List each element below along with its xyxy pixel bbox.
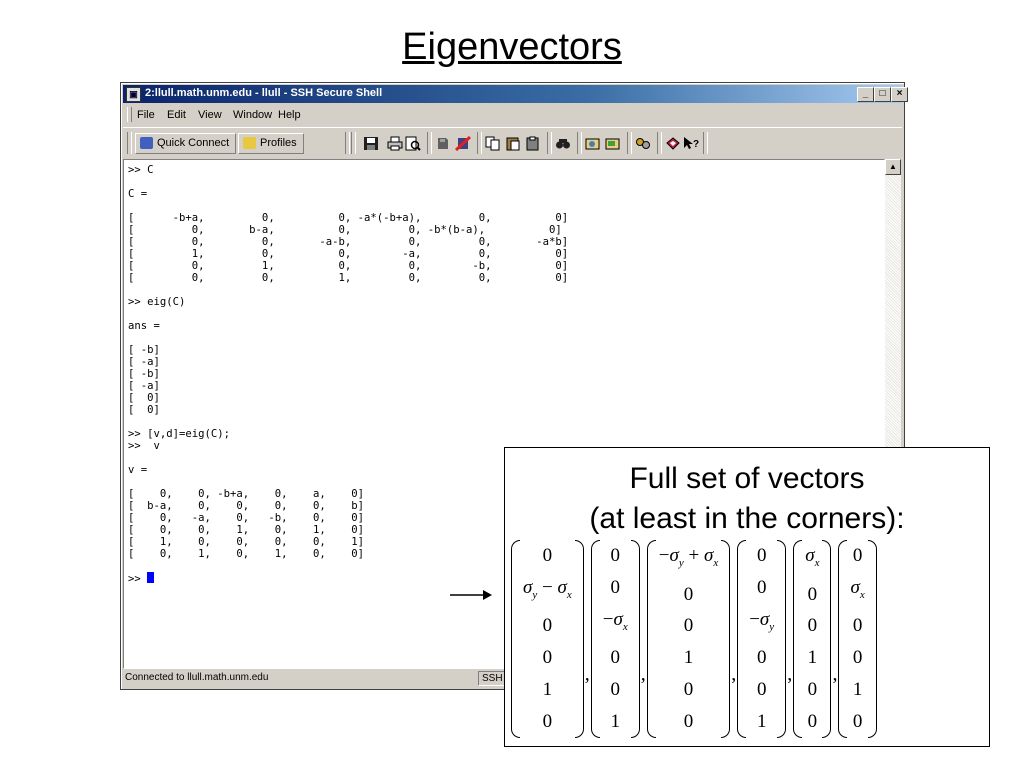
terminal-prompt: >>: [128, 573, 148, 585]
close-button[interactable]: ×: [891, 87, 908, 102]
callout-title-line-1: Full set of vectors: [629, 462, 865, 495]
transfer-icon[interactable]: [435, 136, 451, 151]
vector-2: 0 0 −σx 0 0 1: [590, 540, 640, 738]
minimize-button[interactable]: _: [857, 87, 874, 102]
toolbar-separator: [351, 132, 356, 154]
save-icon[interactable]: [363, 136, 379, 151]
vector-1: 0 σy − σx 0 0 1 0: [511, 540, 584, 738]
toolbar-grip: [127, 132, 132, 154]
vector-3: −σy + σx 0 0 1 0 0: [646, 540, 731, 738]
menu-file[interactable]: File: [137, 109, 155, 121]
whats-this-icon[interactable]: ?: [683, 136, 699, 151]
toolbar: Quick Connect Profiles ?: [123, 127, 902, 158]
vector-6: 0 σx 0 0 1 0: [838, 540, 877, 738]
terminal-text: >> C C = [ -b+a, 0, 0, -a*(-b+a), 0, 0] …: [128, 164, 569, 560]
title-bar[interactable]: ▣ 2:llull.math.unm.edu - llull - SSH Sec…: [123, 85, 908, 103]
terminal-icon[interactable]: ▣: [126, 87, 141, 102]
toolbar-separator: [657, 132, 662, 154]
keys-icon[interactable]: [635, 136, 651, 151]
slide-title: Eigenvectors: [402, 26, 622, 68]
profiles-button[interactable]: Profiles: [238, 133, 304, 154]
toolbar-separator: [345, 132, 350, 154]
menu-window[interactable]: Window: [233, 109, 272, 121]
toolbar-separator: [703, 132, 708, 154]
find-icon[interactable]: [555, 136, 571, 151]
toolbar-separator: [477, 132, 482, 154]
quick-connect-button[interactable]: Quick Connect: [135, 133, 237, 154]
settings-icon[interactable]: [585, 136, 601, 151]
paste-special-icon[interactable]: [525, 136, 541, 151]
toolbar-separator: [547, 132, 552, 154]
quick-connect-icon: [140, 137, 153, 150]
arrow-icon: [450, 590, 492, 600]
toolbar-separator: [627, 132, 632, 154]
paste-icon[interactable]: [505, 136, 521, 151]
help-book-icon[interactable]: [665, 136, 681, 151]
vector-set: 0 σy − σx 0 0 1 0 , 0 0 −σx 0 0 1 , −σy …: [511, 540, 877, 738]
print-preview-icon[interactable]: [405, 136, 421, 151]
text-cursor: [147, 572, 155, 583]
menu-help[interactable]: Help: [278, 109, 301, 121]
menu-edit[interactable]: Edit: [167, 109, 186, 121]
quick-connect-label: Quick Connect: [157, 137, 230, 149]
copy-icon[interactable]: [485, 136, 501, 151]
menu-grip: [127, 107, 132, 122]
menu-view[interactable]: View: [198, 109, 222, 121]
disconnect-icon[interactable]: [455, 136, 471, 151]
profiles-label: Profiles: [260, 137, 297, 149]
folder-icon: [243, 137, 256, 150]
toolbar-separator: [427, 132, 432, 154]
new-window-icon[interactable]: [605, 136, 621, 151]
svg-text:?: ?: [693, 139, 699, 150]
vector-5: σx 0 0 1 0 0: [793, 540, 832, 738]
callout-title-line-2: (at least in the corners):: [589, 502, 905, 535]
window-title: 2:llull.math.unm.edu - llull - SSH Secur…: [145, 87, 383, 99]
scroll-up-arrow-icon[interactable]: ▲: [885, 159, 901, 175]
vector-4: 0 0 −σy 0 0 1: [737, 540, 787, 738]
maximize-button[interactable]: □: [874, 87, 891, 102]
menu-bar: File Edit View Window Help: [123, 105, 902, 125]
print-icon[interactable]: [387, 136, 403, 151]
eigenvector-callout: Full set of vectors (at least in the cor…: [504, 447, 990, 747]
toolbar-separator: [577, 132, 582, 154]
connection-status: Connected to llull.math.unm.edu: [125, 672, 269, 683]
